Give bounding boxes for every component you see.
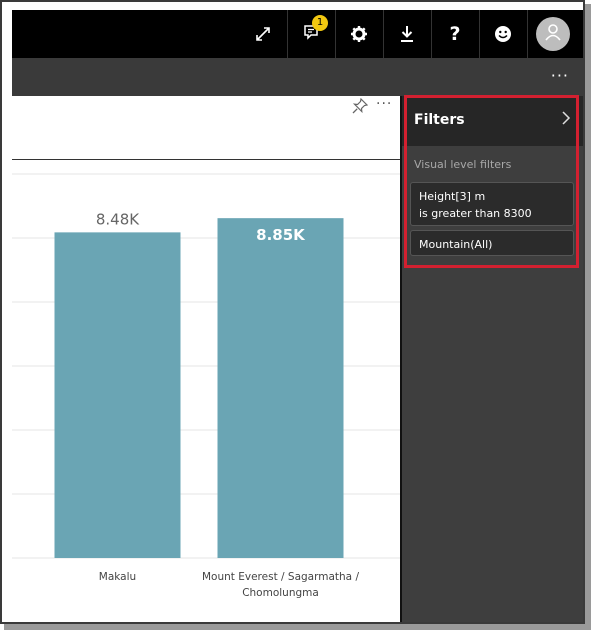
visual-more-icon[interactable]: ··· (376, 96, 392, 112)
filter-field-label: Mountain(All) (419, 238, 493, 251)
avatar[interactable] (530, 10, 576, 58)
category-label: Mount Everest / Sagarmatha / (202, 571, 359, 583)
download-icon[interactable] (384, 10, 430, 58)
filters-title: Filters (414, 112, 465, 128)
bar[interactable] (217, 218, 344, 558)
visual-level-filters-label: Visual level filters (414, 158, 512, 171)
category-label: Chomolungma (242, 587, 319, 599)
filter-condition: is greater than 8300 (419, 207, 532, 220)
filter-card-mountain[interactable]: Mountain(All) (410, 230, 574, 256)
filters-pane: Filters Visual level filters Height[3] m… (400, 96, 583, 622)
filter-card-height[interactable]: Height[3] m is greater than 8300 (410, 182, 574, 226)
left-edge (2, 10, 12, 622)
report-subbar: ··· (12, 58, 583, 96)
expand-icon[interactable] (240, 10, 286, 58)
top-toolbar: 1 ? (12, 10, 583, 58)
help-icon[interactable]: ? (432, 10, 478, 58)
pin-icon[interactable] (352, 97, 372, 118)
more-options-icon[interactable]: ··· (551, 66, 569, 85)
filters-header: Filters (402, 96, 583, 146)
user-icon (543, 22, 563, 47)
comments-button[interactable]: 1 (288, 10, 334, 58)
filter-field-label: Height[3] m (419, 190, 486, 203)
smiley-icon[interactable] (480, 10, 526, 58)
gear-icon[interactable] (336, 10, 382, 58)
chevron-right-icon[interactable] (561, 110, 571, 130)
category-label: Makalu (99, 571, 136, 583)
report-canvas: ··· 8.48K Makalu 8.85K Mount Everest / Saga… (12, 96, 400, 622)
visual-header: ··· (12, 96, 400, 160)
bar-chart: 8.48K Makalu 8.85K Mount Everest / Sagarmat… (12, 173, 400, 599)
data-label: 8.48K (96, 210, 140, 228)
bar[interactable] (54, 232, 181, 559)
app-window: 1 ? ··· ··· 8.48K Makalu 8.85K Mount Eve… (0, 0, 585, 624)
notification-badge: 1 (312, 15, 328, 31)
data-label: 8.85K (256, 226, 306, 244)
